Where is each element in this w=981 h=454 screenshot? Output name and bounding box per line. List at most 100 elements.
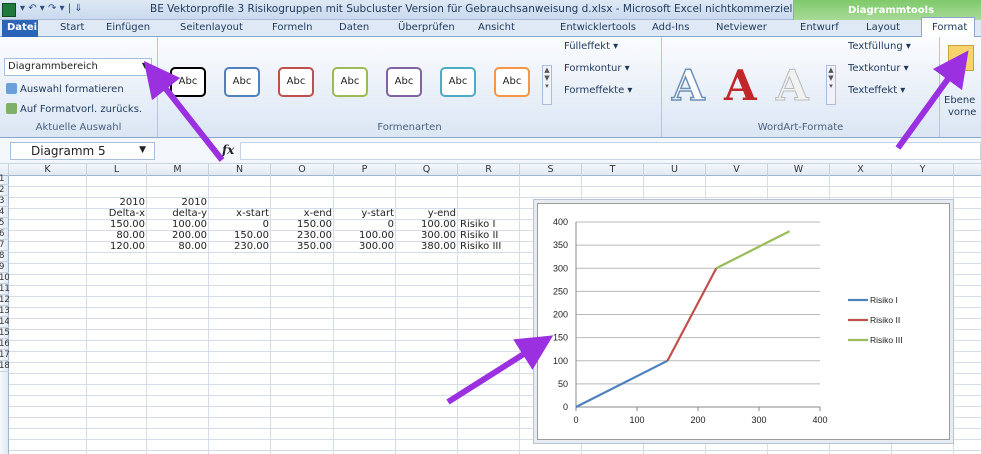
- row-header-15[interactable]: 15: [0, 328, 9, 339]
- tab-layout[interactable]: Layout: [866, 22, 900, 33]
- column-header-n[interactable]: N: [209, 164, 271, 176]
- column-header-p[interactable]: P: [334, 164, 396, 176]
- row-header-4[interactable]: 4: [0, 207, 9, 218]
- wordart-style-2[interactable]: A: [724, 65, 757, 107]
- row-header-2[interactable]: 2: [0, 185, 9, 196]
- tab-entwicklertools[interactable]: Entwicklertools: [560, 22, 636, 33]
- name-box[interactable]: Diagramm 5 ▼: [10, 142, 155, 160]
- chart-element-combo[interactable]: Diagrammbereich ▼: [4, 58, 152, 76]
- row-header-11[interactable]: 11: [0, 284, 9, 295]
- cell-value[interactable]: 120.00: [87, 241, 145, 252]
- column-header-u[interactable]: U: [644, 164, 706, 176]
- cell-year[interactable]: 2010: [147, 197, 207, 208]
- quick-access-toolbar[interactable]: ▾ ↶ ▾ ↷ ▾ | ⇓: [20, 3, 83, 14]
- row-header-17[interactable]: 17: [0, 350, 9, 361]
- column-header-m[interactable]: M: [147, 164, 209, 176]
- gallery-scroll[interactable]: ▲ ▼ ▾: [542, 65, 552, 105]
- tab-formeln[interactable]: Formeln: [272, 22, 312, 33]
- cell-value[interactable]: 380.00: [396, 241, 456, 252]
- cell-header[interactable]: y-start: [334, 208, 394, 219]
- shape-style-5[interactable]: Abc: [386, 67, 422, 97]
- cell-value[interactable]: 80.00: [147, 241, 207, 252]
- column-header-l[interactable]: L: [87, 164, 147, 176]
- function-icon[interactable]: fx: [222, 143, 234, 157]
- shape-fill-button[interactable]: Fülleffekt ▾: [564, 41, 618, 52]
- shape-style-2[interactable]: Abc: [224, 67, 260, 97]
- tab-datei[interactable]: Datei: [2, 20, 38, 37]
- column-header-o[interactable]: O: [271, 164, 334, 176]
- cell-value[interactable]: 100.00: [147, 219, 207, 230]
- cell-value[interactable]: 100.00: [334, 230, 394, 241]
- cell-header[interactable]: delta-y: [147, 208, 207, 219]
- tab-format[interactable]: Format: [921, 17, 975, 37]
- cell-value[interactable]: 300.00: [334, 241, 394, 252]
- cell-value[interactable]: 150.00: [271, 219, 332, 230]
- text-fill-button[interactable]: Textfüllung ▾: [848, 41, 911, 52]
- shape-style-1[interactable]: Abc: [170, 67, 206, 97]
- cell-series-label[interactable]: Risiko II: [460, 230, 498, 241]
- tab-daten[interactable]: Daten: [339, 22, 369, 33]
- chart-area[interactable]: 0 50 100 150 200 250 300 350 400 0 100 200 300 400 Ris…: [537, 203, 950, 440]
- tab-netviewer[interactable]: Netviewer: [716, 22, 767, 33]
- text-effects-button[interactable]: Texteffekt ▾: [848, 85, 905, 96]
- chevron-down-icon[interactable]: ▼: [139, 145, 146, 155]
- cell-header[interactable]: x-start: [209, 208, 269, 219]
- cell-value[interactable]: 200.00: [147, 230, 207, 241]
- format-selection-button[interactable]: Auswahl formatieren: [6, 83, 124, 95]
- cell-value[interactable]: 150.00: [209, 230, 269, 241]
- tab-ueberpruefen[interactable]: Überprüfen: [398, 22, 455, 33]
- cell-header[interactable]: Delta-x: [87, 208, 145, 219]
- row-header-14[interactable]: 14: [0, 317, 9, 328]
- bring-forward-label-2[interactable]: vorne: [948, 107, 976, 118]
- reset-style-button[interactable]: Auf Formatvorl. zurücks.: [6, 103, 142, 115]
- cell-value[interactable]: 230.00: [271, 230, 332, 241]
- shape-style-3[interactable]: Abc: [278, 67, 314, 97]
- chevron-down-icon[interactable]: ▼: [142, 61, 148, 70]
- row-header-8[interactable]: 8: [0, 251, 9, 262]
- tab-entwurf[interactable]: Entwurf: [800, 22, 839, 33]
- wordart-style-3[interactable]: A: [776, 64, 810, 107]
- row-header-18[interactable]: 18: [0, 361, 9, 372]
- row-header-7[interactable]: 7: [0, 240, 9, 251]
- bring-forward-icon[interactable]: [948, 45, 974, 71]
- cell-value[interactable]: 230.00: [209, 241, 269, 252]
- column-header-w[interactable]: W: [768, 164, 830, 176]
- row-header-12[interactable]: 12: [0, 295, 9, 306]
- column-header-q[interactable]: Q: [396, 164, 458, 176]
- cell-value[interactable]: 80.00: [87, 230, 145, 241]
- column-header-x[interactable]: X: [830, 164, 892, 176]
- row-header-13[interactable]: 13: [0, 306, 9, 317]
- cell-series-label[interactable]: Risiko III: [460, 241, 501, 252]
- column-header-r[interactable]: R: [458, 164, 520, 176]
- cell-value[interactable]: 0: [334, 219, 394, 230]
- tab-einfuegen[interactable]: Einfügen: [106, 22, 150, 33]
- tab-add-ins[interactable]: Add-Ins: [652, 22, 689, 33]
- cell-year[interactable]: 2010: [87, 197, 145, 208]
- shape-style-7[interactable]: Abc: [494, 67, 530, 97]
- cell-value[interactable]: 150.00: [87, 219, 145, 230]
- tab-start[interactable]: Start: [60, 22, 84, 33]
- row-header-3[interactable]: 3: [0, 196, 9, 207]
- text-outline-button[interactable]: Textkontur ▾: [848, 63, 909, 74]
- cell-series-label[interactable]: Risiko I: [460, 219, 495, 230]
- cell-value[interactable]: 300.00: [396, 230, 456, 241]
- cell-header[interactable]: y-end: [396, 208, 456, 219]
- column-header-y[interactable]: Y: [892, 164, 954, 176]
- row-header-6[interactable]: 6: [0, 229, 9, 240]
- wordart-gallery-scroll[interactable]: ▲ ▼ ▾: [826, 65, 836, 105]
- row-header-5[interactable]: 5: [0, 218, 9, 229]
- cell-value[interactable]: 100.00: [396, 219, 456, 230]
- cell-value[interactable]: 0: [209, 219, 269, 230]
- column-header-k[interactable]: K: [9, 164, 87, 176]
- shape-outline-button[interactable]: Formkontur ▾: [564, 63, 630, 74]
- cell-header[interactable]: x-end: [271, 208, 332, 219]
- column-header-t[interactable]: T: [582, 164, 644, 176]
- row-header-9[interactable]: 9: [0, 262, 9, 273]
- shape-effects-button[interactable]: Formeffekte ▾: [564, 85, 632, 96]
- tab-seitenlayout[interactable]: Seitenlayout: [180, 22, 243, 33]
- row-header-10[interactable]: 10: [0, 273, 9, 284]
- column-header-s[interactable]: S: [520, 164, 582, 176]
- shape-style-6[interactable]: Abc: [440, 67, 476, 97]
- formula-input[interactable]: [240, 142, 981, 160]
- excel-icon[interactable]: [2, 3, 16, 17]
